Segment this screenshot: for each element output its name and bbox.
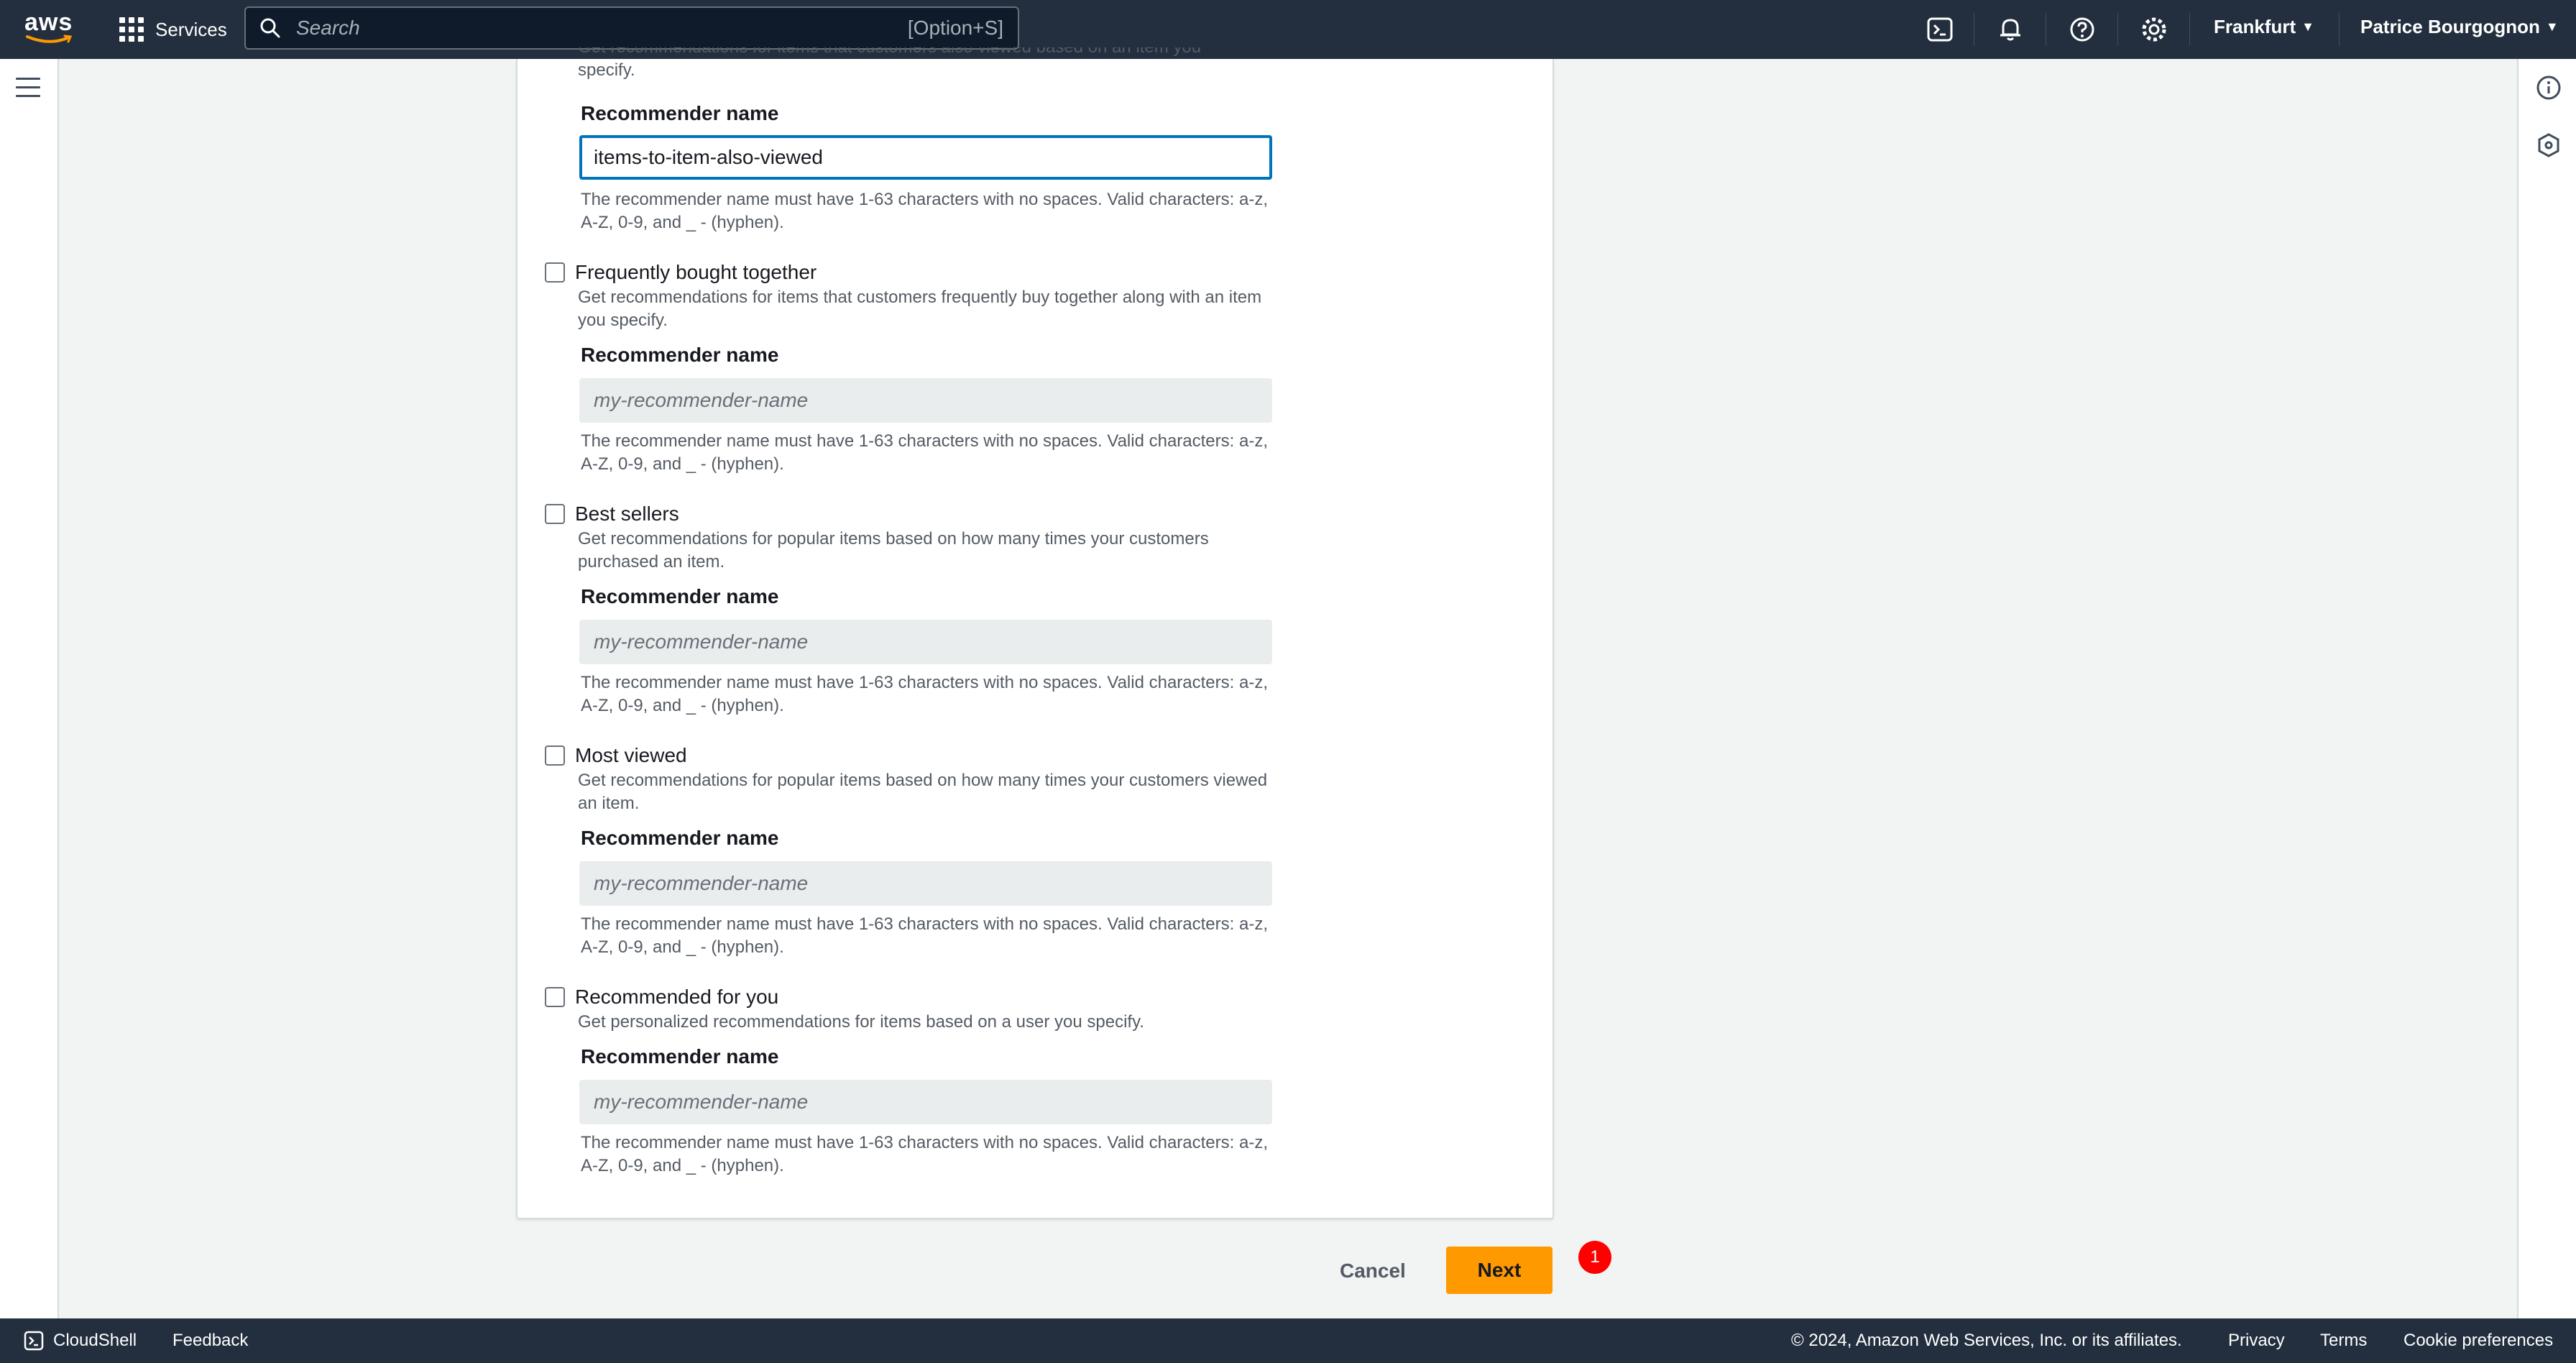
help-icon[interactable] <box>2067 14 2097 45</box>
option-title: Best sellers <box>575 502 679 525</box>
search-input[interactable] <box>295 16 887 40</box>
recommender-name-hint: The recommender name must have 1-63 char… <box>581 1133 1268 1175</box>
aws-logo[interactable]: aws <box>24 10 75 47</box>
info-icon[interactable] <box>2534 73 2563 102</box>
most-viewed-name-input[interactable] <box>579 861 1272 906</box>
option-frequently-bought-together: Frequently bought together Get recommend… <box>545 259 1307 332</box>
account-name: Patrice Bourgognon <box>2360 16 2540 37</box>
option-description: Get personalized recommendations for ite… <box>578 1012 1144 1032</box>
search-shortcut-hint: [Option+S] <box>907 17 1003 39</box>
recommender-name-label: Recommender name <box>581 1045 779 1068</box>
recommender-name-hint: The recommender name must have 1-63 char… <box>581 190 1268 232</box>
notification-badge: 1 <box>1578 1241 1611 1274</box>
frequently-bought-together-name-input[interactable] <box>579 378 1272 423</box>
cloudshell-link[interactable]: CloudShell <box>53 1318 137 1363</box>
bell-icon[interactable] <box>1995 14 2025 45</box>
recommender-name-label: Recommender name <box>581 102 779 124</box>
recommended-for-you-checkbox[interactable] <box>545 987 565 1007</box>
best-sellers-checkbox[interactable] <box>545 504 565 524</box>
recommender-name-label: Recommender name <box>581 344 779 366</box>
feedback-link[interactable]: Feedback <box>172 1318 248 1363</box>
global-search-box[interactable]: [Option+S] <box>244 6 1019 50</box>
aws-logo-text: aws <box>24 9 73 36</box>
account-menu[interactable]: Patrice Bourgognon ▼ <box>2360 16 2559 38</box>
privacy-link[interactable]: Privacy <box>2228 1318 2285 1363</box>
left-side-rail <box>0 59 59 1318</box>
recommender-name-hint: The recommender name must have 1-63 char… <box>581 431 1268 474</box>
cancel-button[interactable]: Cancel <box>1322 1248 1423 1294</box>
account-caret-icon: ▼ <box>2545 19 2559 34</box>
top-navigation: aws Services [Option+S] <box>0 0 2576 59</box>
services-menu-button[interactable]: Services <box>119 14 227 45</box>
panel-icon[interactable] <box>2534 131 2563 160</box>
frequently-bought-together-checkbox[interactable] <box>545 262 565 283</box>
next-button[interactable]: Next <box>1446 1247 1552 1294</box>
items-also-viewed-description: Get recommendations for items that custo… <box>578 47 1201 80</box>
option-best-sellers: Best sellers Get recommendations for pop… <box>545 500 1307 574</box>
recommender-name-label: Recommender name <box>581 827 779 849</box>
cloudshell-icon[interactable] <box>23 1330 45 1351</box>
menu-icon[interactable] <box>16 78 40 98</box>
cookie-preferences-link[interactable]: Cookie preferences <box>2404 1318 2553 1363</box>
services-label: Services <box>155 18 227 40</box>
recommender-name-hint: The recommender name must have 1-63 char… <box>581 914 1268 957</box>
region-selector[interactable]: Frankfurt ▼ <box>2214 16 2314 38</box>
recommender-name-hint: The recommender name must have 1-63 char… <box>581 673 1268 715</box>
settings-icon[interactable] <box>2139 14 2169 45</box>
region-caret-icon: ▼ <box>2301 19 2314 34</box>
aws-smile-icon <box>26 35 73 43</box>
option-description: Get recommendations for items that custo… <box>578 288 1262 330</box>
option-title: Recommended for you <box>575 986 779 1008</box>
cloudshell-icon[interactable] <box>1925 14 1955 45</box>
region-label: Frankfurt <box>2214 16 2296 37</box>
best-sellers-name-input[interactable] <box>579 620 1272 664</box>
option-title: Most viewed <box>575 744 687 766</box>
terms-link[interactable]: Terms <box>2320 1318 2367 1363</box>
recommended-for-you-name-input[interactable] <box>579 1080 1272 1124</box>
recommender-name-label: Recommender name <box>581 585 779 607</box>
bottom-bar: CloudShell Feedback © 2024, Amazon Web S… <box>0 1318 2576 1363</box>
services-grid-icon <box>119 17 144 42</box>
option-recommended-for-you: Recommended for you Get personalized rec… <box>545 983 1307 1034</box>
right-side-rail <box>2517 59 2576 1318</box>
items-also-viewed-name-input[interactable] <box>579 135 1272 180</box>
option-description: Get recommendations for popular items ba… <box>578 529 1209 572</box>
option-description: Get recommendations for popular items ba… <box>578 771 1268 813</box>
most-viewed-checkbox[interactable] <box>545 745 565 766</box>
copyright-text: © 2024, Amazon Web Services, Inc. or its… <box>1791 1331 2182 1350</box>
option-title: Frequently bought together <box>575 261 817 283</box>
option-most-viewed: Most viewed Get recommendations for popu… <box>545 742 1307 815</box>
search-icon <box>260 18 280 38</box>
